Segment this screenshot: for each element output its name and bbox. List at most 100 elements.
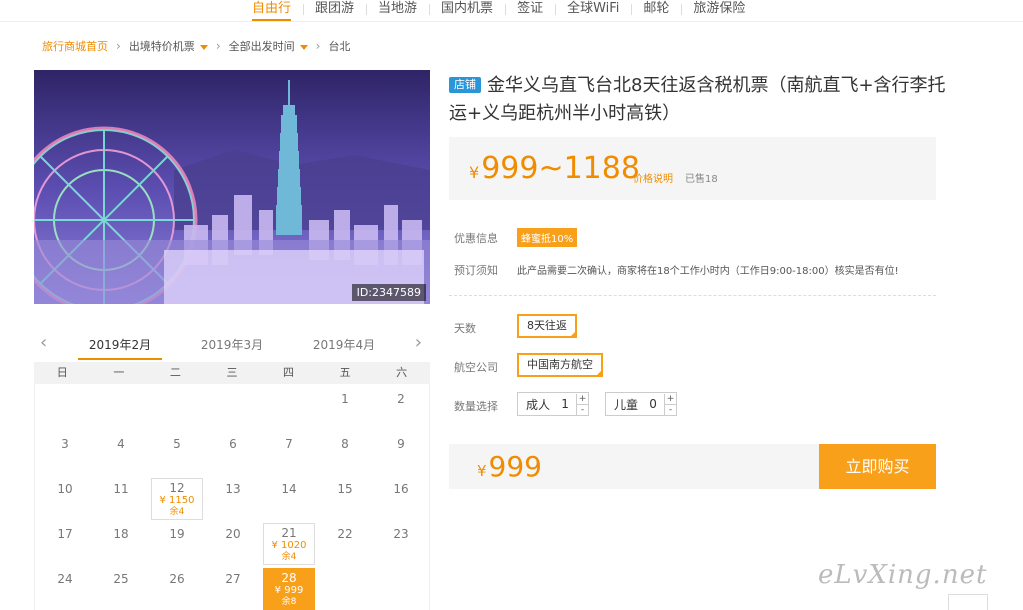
day-number: 28 xyxy=(281,571,297,585)
tab-month-feb[interactable]: 2019年2月 xyxy=(78,336,162,360)
minus-icon[interactable]: - xyxy=(577,403,589,415)
nav-list: 自由行 跟团游 当地游 国内机票 签证 全球WiFi 邮轮 旅游保险 xyxy=(240,0,757,21)
caret-down-icon xyxy=(199,44,208,50)
nav-item-insurance[interactable]: 旅游保险 xyxy=(681,1,757,17)
calendar-day: 14 xyxy=(281,482,297,496)
day-price: ¥ 1020 xyxy=(271,540,307,551)
day-price: ¥ 1150 xyxy=(159,495,195,506)
nav-item-cruise[interactable]: 邮轮 xyxy=(631,1,681,17)
back-to-top-button[interactable] xyxy=(948,594,988,610)
calendar-day: 11 xyxy=(113,482,129,496)
breadcrumb-flights-dropdown[interactable]: 出境特价机票 xyxy=(129,38,208,54)
calendar-day: 5 xyxy=(173,437,181,451)
day-price: ¥ 999 xyxy=(274,585,304,596)
price-explanation-link[interactable]: 价格说明 xyxy=(633,170,673,185)
calendar-grid: 1 2 3 4 5 6 7 8 9 10 11 12 ¥ 1150 余4 13 … xyxy=(34,384,430,610)
days-label: 天数 xyxy=(454,322,476,335)
nav-item-free-travel[interactable]: 自由行 xyxy=(240,1,303,21)
adult-label: 成人 xyxy=(526,397,551,412)
child-label: 儿童 xyxy=(614,397,639,412)
child-count[interactable]: 0 xyxy=(646,397,660,411)
calendar-day: 19 xyxy=(169,527,185,541)
calendar-day: 1 xyxy=(341,392,349,406)
sold-count: 已售18 xyxy=(685,174,718,185)
weekday-fri: 五 xyxy=(339,366,351,379)
chevron-left-icon[interactable]: ‹ xyxy=(40,332,47,353)
top-nav: 自由行 跟团游 当地游 国内机票 签证 全球WiFi 邮轮 旅游保险 xyxy=(0,0,1023,22)
total-price: ¥999 xyxy=(477,450,542,483)
calendar-day: 23 xyxy=(393,527,409,541)
chevron-right-icon[interactable]: › xyxy=(415,332,422,353)
nav-item-wifi[interactable]: 全球WiFi xyxy=(555,1,631,17)
weekday-wed: 三 xyxy=(226,366,238,379)
quantity-label: 数量选择 xyxy=(454,400,498,413)
breadcrumb-home-link[interactable]: 旅行商城首页 xyxy=(42,38,108,54)
adult-stepper-buttons: + - xyxy=(576,393,589,415)
nav-item-local-tour[interactable]: 当地游 xyxy=(366,1,429,17)
day-remaining: 余4 xyxy=(281,552,297,562)
weekday-sun: 日 xyxy=(56,366,68,379)
nav-item-visa[interactable]: 签证 xyxy=(505,1,555,17)
notice-label: 预订须知 xyxy=(454,264,498,277)
breadcrumb: 旅行商城首页 › 出境特价机票 › 全部出发时间 › 台北 xyxy=(42,38,350,54)
watermark: eLvXing.net xyxy=(818,560,988,590)
caret-down-icon xyxy=(299,44,308,50)
chevron-right-icon: › xyxy=(315,39,321,53)
day-number: 21 xyxy=(281,526,297,540)
calendar-day: 4 xyxy=(117,437,125,451)
currency-symbol: ¥ xyxy=(469,163,480,182)
calendar-weekday-row: 日 一 二 三 四 五 六 xyxy=(34,362,430,384)
calendar-day-available[interactable]: 12 ¥ 1150 余4 xyxy=(151,478,203,520)
weekday-sat: 六 xyxy=(396,366,408,379)
calendar-day: 8 xyxy=(341,437,349,451)
price-box: ¥999~1188 价格说明 已售18 xyxy=(449,137,936,200)
calendar-month-tabs: ‹ 2019年2月 2019年3月 2019年4月 › xyxy=(34,330,430,360)
breadcrumb-time-label: 全部出发时间 xyxy=(228,40,295,53)
minus-icon[interactable]: - xyxy=(665,403,677,415)
calendar-day: 15 xyxy=(337,482,353,496)
chevron-right-icon: › xyxy=(215,39,221,53)
calendar-day: 20 xyxy=(225,527,241,541)
day-number: 12 xyxy=(169,481,185,495)
weekday-thu: 四 xyxy=(283,366,295,379)
buy-now-button[interactable]: 立即购买 xyxy=(819,444,936,489)
airline-option-selected[interactable]: 中国南方航空 xyxy=(517,353,603,377)
calendar-day: 13 xyxy=(225,482,241,496)
calendar-day: 24 xyxy=(57,572,73,586)
adult-quantity-stepper: 成人 1 + - xyxy=(517,392,590,416)
photo-id-label: ID:2347589 xyxy=(351,284,426,301)
shop-badge: 店铺 xyxy=(449,77,481,93)
plus-icon[interactable]: + xyxy=(577,394,588,404)
nav-item-group-tour[interactable]: 跟团游 xyxy=(303,1,366,17)
breadcrumb-current: 台北 xyxy=(328,40,351,53)
promo-label: 优惠信息 xyxy=(454,232,498,245)
product-title-text: 金华义乌直飞台北8天往返含税机票（南航直飞+含行李托运+义乌距杭州半小时高铁） xyxy=(449,75,946,124)
day-remaining: 余4 xyxy=(169,507,185,517)
calendar-day: 16 xyxy=(393,482,409,496)
tab-month-apr[interactable]: 2019年4月 xyxy=(302,336,386,353)
promo-tag[interactable]: 蜂蜜抵10% xyxy=(517,228,578,247)
calendar-day: 6 xyxy=(229,437,237,451)
breadcrumb-time-dropdown[interactable]: 全部出发时间 xyxy=(229,38,308,54)
chevron-right-icon: › xyxy=(116,39,121,53)
plus-icon[interactable]: + xyxy=(665,394,676,404)
calendar-day: 7 xyxy=(285,437,293,451)
product-photo[interactable]: ID:2347589 xyxy=(34,70,430,304)
price-range: ¥999~1188 xyxy=(469,151,640,186)
child-stepper-buttons: + - xyxy=(664,393,677,415)
nav-item-domestic-flights[interactable]: 国内机票 xyxy=(429,1,505,17)
calendar-day: 26 xyxy=(169,572,185,586)
calendar-day: 17 xyxy=(57,527,73,541)
calendar-day-selected[interactable]: 28 ¥ 999 余8 xyxy=(263,568,315,610)
weekday-tue: 二 xyxy=(169,366,181,379)
booking-notice: 此产品需要二次确认，商家将在18个工作小时内（工作日9:00-18:00）核实是… xyxy=(517,266,899,277)
calendar-day-available[interactable]: 21 ¥ 1020 余4 xyxy=(263,523,315,565)
airline-label: 航空公司 xyxy=(454,361,498,374)
days-option-selected[interactable]: 8天往返 xyxy=(517,314,577,338)
child-quantity-stepper: 儿童 0 + - xyxy=(605,392,678,416)
tab-month-mar[interactable]: 2019年3月 xyxy=(190,336,274,353)
calendar-day: 3 xyxy=(61,437,69,451)
divider xyxy=(449,295,936,296)
adult-count[interactable]: 1 xyxy=(558,397,572,411)
calendar-day: 22 xyxy=(337,527,353,541)
